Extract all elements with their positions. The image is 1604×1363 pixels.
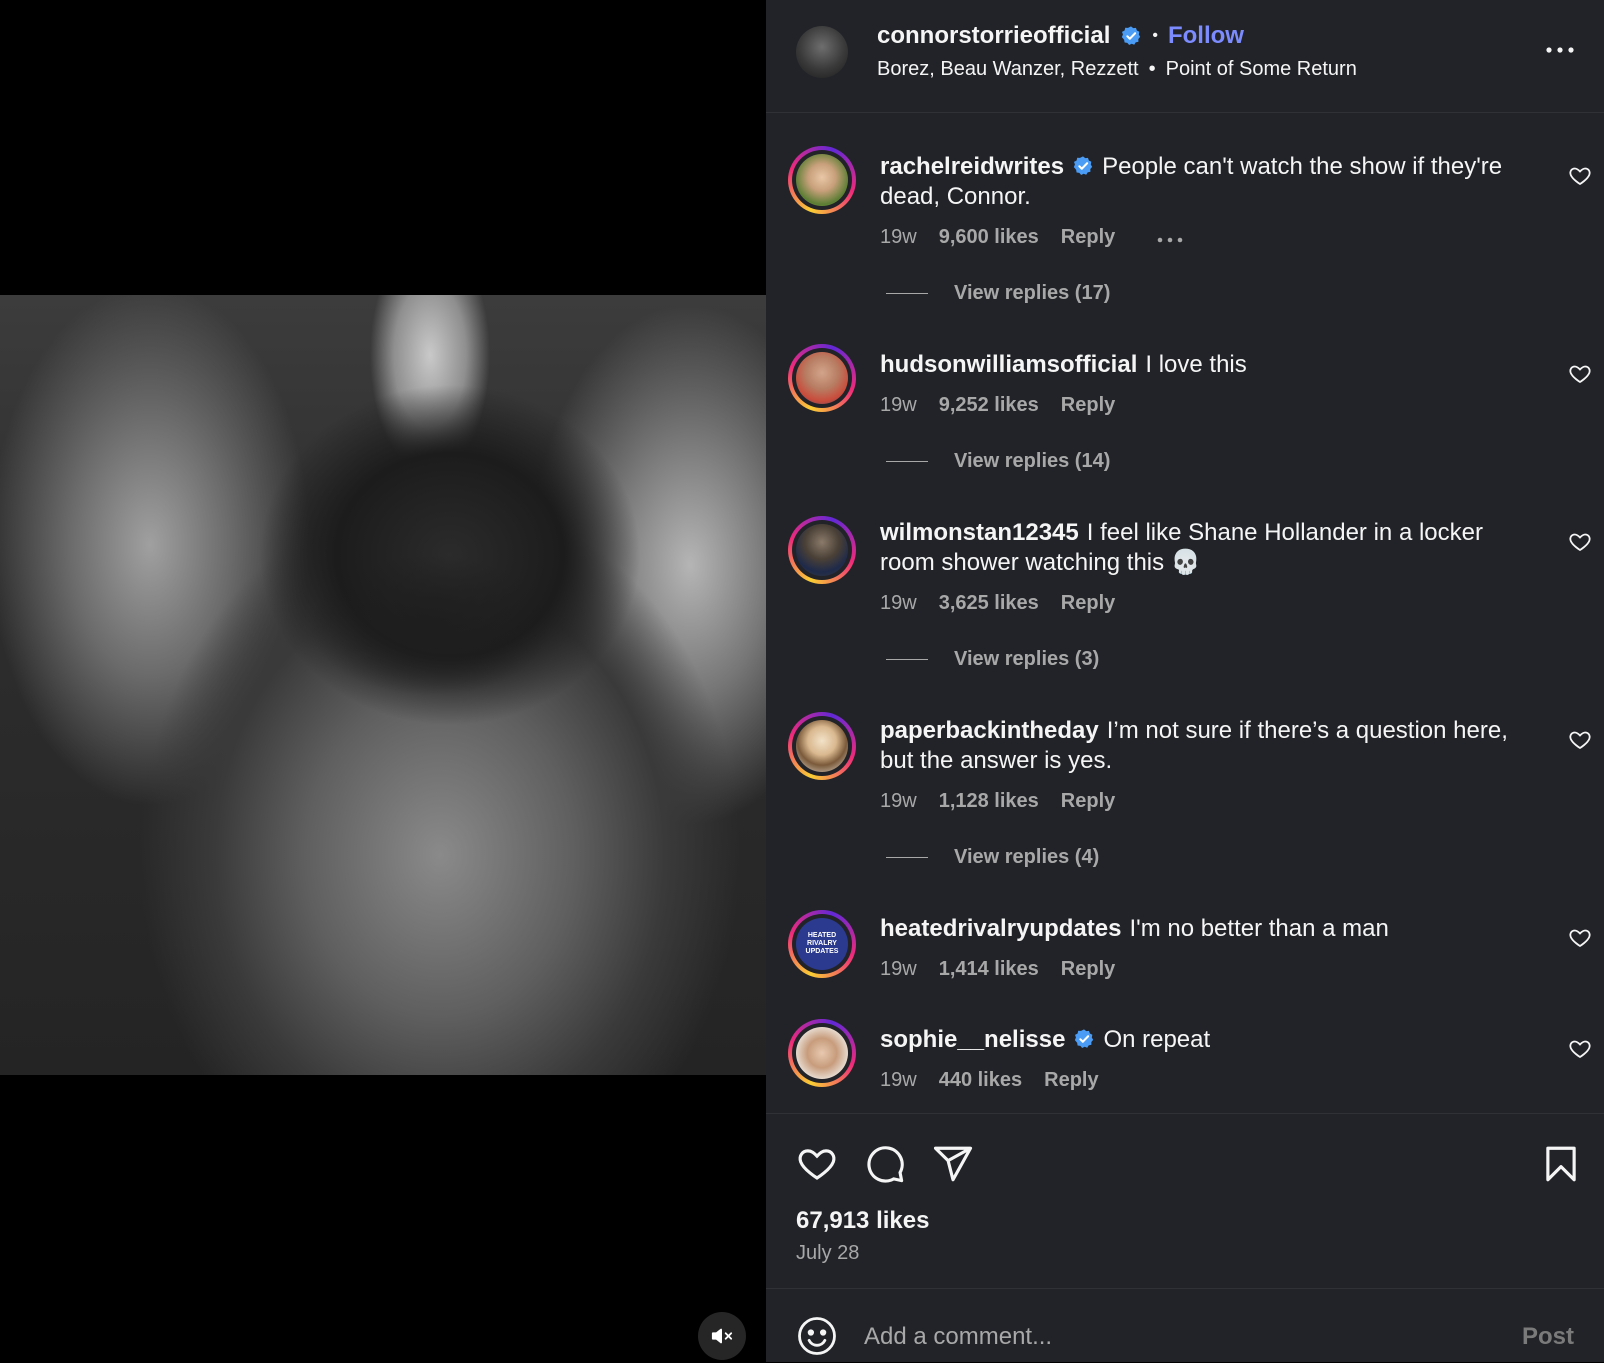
commenter-username[interactable]: hudsonwilliamsofficial [880, 351, 1137, 378]
replies-line [886, 659, 928, 660]
commenter-avatar[interactable] [788, 712, 856, 780]
comment-like-heart-icon[interactable] [1568, 1037, 1592, 1061]
verified-badge-icon [1073, 156, 1093, 175]
post-panel: connorstorrieofficial • Follow Borez, Be… [766, 0, 1604, 1362]
heart-icon[interactable] [796, 1143, 838, 1185]
bookmark-icon[interactable] [1540, 1143, 1582, 1185]
post-header: connorstorrieofficial • Follow Borez, Be… [766, 0, 1604, 113]
audio-info[interactable]: Borez, Beau Wanzer, Rezzett • Point of S… [877, 58, 1357, 81]
post-likes-count[interactable]: 67,913 likes [796, 1207, 929, 1235]
commenter-username[interactable]: paperbackintheday [880, 717, 1099, 744]
replies-line [886, 857, 928, 858]
commenter-username[interactable]: heatedrivalryupdates [880, 915, 1121, 942]
comment-like-heart-icon[interactable] [1568, 530, 1592, 554]
reply-button[interactable]: Reply [1061, 226, 1115, 249]
more-options-button[interactable] [1544, 34, 1576, 66]
commenter-avatar[interactable] [788, 1019, 856, 1087]
audio-title: Point of Some Return [1165, 58, 1357, 80]
reply-button[interactable]: Reply [1061, 394, 1115, 417]
comment-input[interactable] [862, 1315, 1466, 1359]
commenter-username[interactable]: sophie__nelisse [880, 1026, 1065, 1053]
post-video[interactable] [0, 295, 766, 1075]
send-icon[interactable] [932, 1143, 974, 1185]
view-replies-label: View replies (4) [954, 846, 1100, 868]
comment-bar: Post [766, 1288, 1604, 1363]
comment-time[interactable]: 19w [880, 226, 917, 249]
view-replies-button[interactable]: View replies (14) [886, 450, 1110, 473]
more-horizontal-icon [1546, 47, 1574, 53]
comment-like-heart-icon[interactable] [1568, 362, 1592, 386]
reply-button[interactable]: Reply [1044, 1069, 1098, 1092]
post-media[interactable] [0, 0, 766, 1362]
post-date[interactable]: July 28 [796, 1242, 859, 1265]
view-replies-label: View replies (14) [954, 450, 1111, 472]
author-avatar[interactable] [796, 26, 848, 78]
avatar-logo-text: HEATED RIVALRY UPDATES [805, 932, 839, 955]
post-comment-button[interactable]: Post [1522, 1323, 1574, 1351]
commenter-username[interactable]: rachelreidwrites [880, 153, 1064, 180]
replies-line [886, 461, 928, 462]
comment-likes[interactable]: 1,414 likes [939, 958, 1039, 981]
commenter-avatar[interactable]: HEATED RIVALRY UPDATES [788, 910, 856, 978]
commenter-username[interactable]: wilmonstan12345 [880, 519, 1079, 546]
comment-time[interactable]: 19w [880, 592, 917, 615]
muted-speaker-icon [711, 1328, 733, 1344]
follow-button[interactable]: Follow [1168, 22, 1244, 50]
comment-like-heart-icon[interactable] [1568, 926, 1592, 950]
comment-likes[interactable]: 440 likes [939, 1069, 1022, 1092]
replies-line [886, 293, 928, 294]
commenter-avatar[interactable] [788, 146, 856, 214]
comment-likes[interactable]: 9,600 likes [939, 226, 1039, 249]
view-replies-label: View replies (3) [954, 648, 1100, 670]
comment-time[interactable]: 19w [880, 1069, 917, 1092]
separator-dot: • [1152, 27, 1158, 44]
mute-button[interactable] [698, 1312, 746, 1360]
comment-likes[interactable]: 3,625 likes [939, 592, 1039, 615]
comment-time[interactable]: 19w [880, 958, 917, 981]
comment-more-button[interactable] [1157, 226, 1183, 249]
comment-likes[interactable]: 9,252 likes [939, 394, 1039, 417]
comment-time[interactable]: 19w [880, 790, 917, 813]
verified-badge-icon [1122, 26, 1141, 45]
more-horizontal-icon [1157, 237, 1183, 243]
author-username[interactable]: connorstorrieofficial [877, 22, 1110, 50]
action-bar [766, 1113, 1604, 1183]
audio-artists: Borez, Beau Wanzer, Rezzett [877, 58, 1139, 80]
comment-like-heart-icon[interactable] [1568, 728, 1592, 752]
reply-button[interactable]: Reply [1061, 592, 1115, 615]
reply-button[interactable]: Reply [1061, 790, 1115, 813]
view-replies-button[interactable]: View replies (17) [886, 282, 1110, 305]
reply-button[interactable]: Reply [1061, 958, 1115, 981]
comment-text: On repeat [1103, 1026, 1211, 1053]
commenter-avatar[interactable] [788, 516, 856, 584]
separator-dot: • [1148, 58, 1156, 80]
comment-text: I'm no better than a man [1129, 915, 1389, 942]
view-replies-button[interactable]: View replies (4) [886, 846, 1099, 869]
comment-like-heart-icon[interactable] [1568, 164, 1592, 188]
view-replies-button[interactable]: View replies (3) [886, 648, 1099, 671]
verified-badge-icon [1075, 1029, 1094, 1048]
comment-icon[interactable] [864, 1143, 906, 1185]
comment-likes[interactable]: 1,128 likes [939, 790, 1039, 813]
commenter-avatar[interactable] [788, 344, 856, 412]
comment-time[interactable]: 19w [880, 394, 917, 417]
comment-text: I love this [1145, 351, 1247, 378]
emoji-icon[interactable] [796, 1315, 838, 1357]
view-replies-label: View replies (17) [954, 282, 1111, 304]
